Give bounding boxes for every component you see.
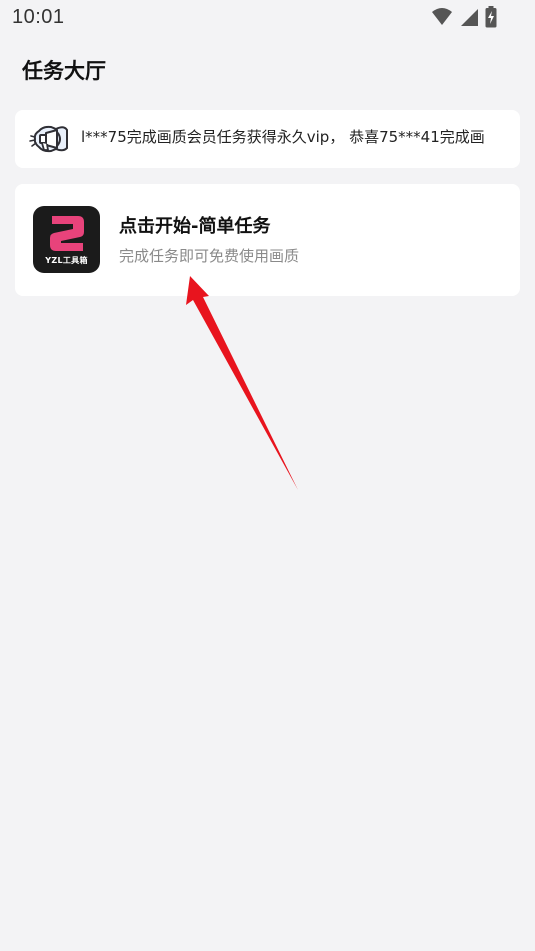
cell-signal-icon xyxy=(459,7,479,31)
status-bar: 10:01 xyxy=(0,0,535,36)
page-title: 任务大厅 xyxy=(22,59,106,83)
app-logo: YZL工具箱 xyxy=(33,206,100,273)
status-time: 10:01 xyxy=(12,6,65,28)
task-card[interactable]: YZL工具箱 点击开始-简单任务 完成任务即可免费使用画质 xyxy=(15,184,520,296)
battery-charging-icon xyxy=(485,6,497,32)
announcement-banner: l***75完成画质会员任务获得永久vip， 恭喜75***41完成画 xyxy=(15,110,520,168)
status-icons xyxy=(431,6,497,32)
announcement-scroll-area: l***75完成画质会员任务获得永久vip， 恭喜75***41完成画 xyxy=(81,110,520,168)
megaphone-icon xyxy=(29,123,73,157)
task-title[interactable]: 点击开始-简单任务 xyxy=(119,212,270,238)
announcement-text: l***75完成画质会员任务获得永久vip， 恭喜75***41完成画 xyxy=(81,128,485,146)
task-description: 完成任务即可免费使用画质 xyxy=(119,247,300,265)
wifi-icon xyxy=(431,7,453,31)
app-logo-text: YZL工具箱 xyxy=(45,256,88,265)
